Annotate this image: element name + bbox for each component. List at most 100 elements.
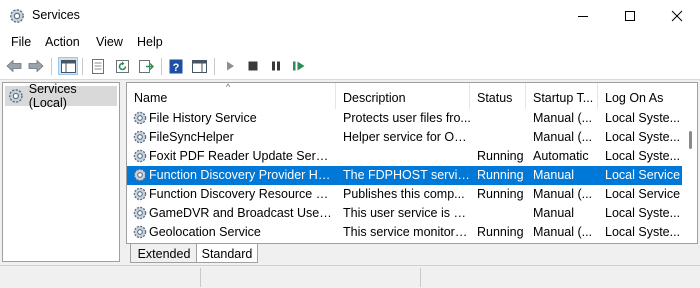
column-header-name[interactable]: Name <box>127 83 336 109</box>
service-gear-icon <box>133 225 147 239</box>
refresh-icon <box>115 59 129 73</box>
table-row[interactable]: FileSyncHelper Helper service for On... Ma… <box>127 128 682 147</box>
cell-startup: Manual (... <box>533 187 593 201</box>
cell-logon: Local Syste... <box>605 225 681 239</box>
scrollbar-thumb[interactable] <box>689 131 692 149</box>
cell-description: Helper service for On... <box>343 130 471 144</box>
tree-item-services-local[interactable]: Services (Local) <box>5 82 117 110</box>
close-icon <box>671 10 683 22</box>
service-gear-icon <box>133 187 147 201</box>
cell-description: This service monitors... <box>343 225 471 239</box>
window-title: Services <box>32 8 80 22</box>
menu-file[interactable]: File <box>11 35 31 49</box>
status-bar <box>0 265 700 288</box>
status-bar-separator <box>200 268 201 287</box>
cell-description: Protects user files fro... <box>343 111 471 125</box>
cell-name: FileSyncHelper <box>149 130 234 144</box>
column-header-description[interactable]: Description <box>336 83 470 109</box>
cell-name: Function Discovery Provider Host <box>149 168 333 182</box>
cell-logon: Local Syste... <box>605 149 681 163</box>
pause-service-icon <box>272 61 280 71</box>
properties-icon <box>92 58 104 74</box>
export-list-button[interactable] <box>136 57 156 75</box>
toolbar-separator <box>51 58 52 75</box>
cell-startup: Manual (... <box>533 130 593 144</box>
cell-name: Foxit PDF Reader Update Service <box>149 149 333 163</box>
help-button[interactable]: ? <box>166 57 186 75</box>
view-tabs: Extended Standard <box>126 244 698 264</box>
tab-standard[interactable]: Standard <box>196 244 258 263</box>
table-row[interactable]: Function Discovery Resource Pu... Publish… <box>127 185 682 204</box>
cell-startup: Manual (... <box>533 111 593 125</box>
cell-description: This user service is us... <box>343 206 471 220</box>
restart-service-button[interactable] <box>289 57 309 75</box>
stop-service-icon <box>248 61 258 71</box>
table-row[interactable]: GameDVR and Broadcast User Se... This use… <box>127 204 682 223</box>
table-row[interactable]: Function Discovery Provider Host The FDPH… <box>127 166 682 185</box>
start-service-icon <box>227 61 234 71</box>
cell-description: The FDPHOST service... <box>343 168 471 182</box>
maximize-button[interactable] <box>607 0 653 32</box>
column-header-log-on-as[interactable]: Log On As <box>598 83 682 109</box>
forward-button[interactable] <box>26 57 46 75</box>
toolbar-separator <box>214 58 215 75</box>
vertical-scrollbar[interactable] <box>682 83 697 243</box>
column-header-startup-type[interactable]: Startup T... <box>526 83 598 109</box>
cell-name: Function Discovery Resource Pu... <box>149 187 333 201</box>
cell-status: Running <box>477 187 524 201</box>
cell-startup: Manual <box>533 168 574 182</box>
svg-text:?: ? <box>173 62 180 74</box>
table-row[interactable]: File History Service Protects user files … <box>127 109 682 128</box>
refresh-button[interactable] <box>112 57 132 75</box>
menu-action[interactable]: Action <box>45 35 80 49</box>
back-arrow-icon <box>6 59 22 73</box>
table-row[interactable]: Foxit PDF Reader Update Service Running Au… <box>127 147 682 166</box>
menu-help[interactable]: Help <box>137 35 163 49</box>
toolbar-separator <box>82 58 83 75</box>
cell-status: Running <box>477 225 524 239</box>
toolbar-separator <box>161 58 162 75</box>
show-action-pane-button[interactable] <box>189 57 209 75</box>
start-service-button[interactable] <box>220 57 240 75</box>
services-list: ^ Name Description Status Startup T... L… <box>126 82 698 244</box>
tab-extended[interactable]: Extended <box>130 244 198 263</box>
properties-button[interactable] <box>88 57 108 75</box>
cell-logon: Local Syste... <box>605 206 681 220</box>
show-hide-console-tree-button[interactable] <box>58 57 78 75</box>
column-header-status[interactable]: Status <box>470 83 526 109</box>
title-bar: Services <box>0 0 700 32</box>
cell-name: GameDVR and Broadcast User Se... <box>149 206 333 220</box>
close-button[interactable] <box>654 0 700 32</box>
console-tree: Services (Local) <box>2 82 120 262</box>
forward-arrow-icon <box>28 59 44 73</box>
cell-status: Running <box>477 168 524 182</box>
show-action-pane-icon <box>191 59 207 73</box>
cell-startup: Manual (... <box>533 225 593 239</box>
cell-description: Publishes this comp... <box>343 187 465 201</box>
table-row[interactable]: Geolocation Service This service monitors… <box>127 223 682 242</box>
cell-logon: Local Service <box>605 168 681 182</box>
service-gear-icon <box>133 206 147 220</box>
cell-name: File History Service <box>149 111 257 125</box>
cell-startup: Manual <box>533 206 574 220</box>
service-gear-icon <box>133 168 147 182</box>
restart-service-icon <box>293 61 305 71</box>
back-button[interactable] <box>4 57 24 75</box>
cell-status: Running <box>477 149 524 163</box>
gear-icon <box>9 89 23 103</box>
gear-icon <box>10 9 24 23</box>
cell-logon: Local Service <box>605 187 681 201</box>
service-gear-icon <box>133 111 147 125</box>
list-header: ^ Name Description Status Startup T... L… <box>127 83 682 109</box>
cell-logon: Local Syste... <box>605 130 681 144</box>
minimize-icon <box>578 16 588 17</box>
service-gear-icon <box>133 149 147 163</box>
minimize-button[interactable] <box>560 0 606 32</box>
maximize-icon <box>625 11 635 21</box>
menu-bar: File Action View Help <box>0 32 700 53</box>
pause-service-button[interactable] <box>266 57 286 75</box>
menu-view[interactable]: View <box>96 35 123 49</box>
stop-service-button[interactable] <box>243 57 263 75</box>
show-hide-console-tree-icon <box>60 59 76 73</box>
status-bar-separator <box>420 268 421 287</box>
